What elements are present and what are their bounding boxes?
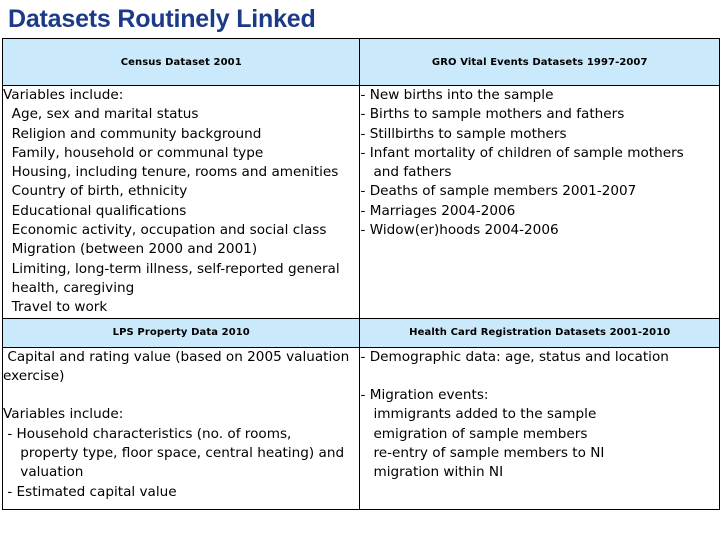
body-cell-lps-property-variables: Capital and rating value (based on 2005 …: [1, 346, 361, 510]
body-cell-health-card-data: - Demographic data: age, status and loca…: [359, 346, 720, 510]
cell-line: Educational qualifications: [3, 202, 187, 219]
table-row: Variables include: Age, sex and marital …: [1, 85, 720, 319]
table-header-row-2: LPS Property Data 2010 Health Card Regis…: [1, 317, 720, 348]
body-cell-census-variables: Variables include: Age, sex and marital …: [1, 85, 361, 319]
cell-line: immigrants added to the sample: [360, 406, 597, 423]
cell-line: valuation: [3, 464, 84, 481]
cell-line: - Widow(er)hoods 2004-2006: [360, 222, 559, 239]
cell-line: health, caregiving: [3, 279, 135, 296]
cell-line: emigration of sample members: [360, 425, 588, 442]
cell-line-blank: [360, 367, 719, 386]
cell-line: - Marriages 2004-2006: [360, 202, 516, 219]
cell-line: and fathers: [360, 164, 452, 181]
cell-line: Family, household or communal type: [3, 144, 264, 161]
header-cell-lps-property-data: LPS Property Data 2010: [1, 317, 361, 348]
cell-line: migration within NI: [360, 464, 504, 481]
cell-line: Travel to work: [3, 299, 108, 316]
cell-line: - Births to sample mothers and fathers: [360, 106, 625, 123]
cell-line: - Migration events:: [360, 387, 489, 404]
cell-line: Variables include:: [3, 406, 124, 423]
table-row: Capital and rating value (based on 2005 …: [1, 346, 720, 510]
cell-line: Housing, including tenure, rooms and ame…: [3, 164, 339, 181]
cell-line: - New births into the sample: [360, 87, 554, 103]
cell-line: Limiting, long-term illness, self-report…: [3, 260, 340, 277]
cell-line: Variables include:: [3, 87, 124, 103]
cell-line: - Estimated capital value: [3, 483, 177, 500]
cell-line: exercise): [3, 367, 65, 384]
cell-line: - Infant mortality of children of sample…: [360, 144, 684, 161]
cell-line: - Household characteristics (no. of room…: [3, 425, 292, 442]
cell-line: Religion and community background: [3, 125, 262, 142]
header-cell-gro-vital-events: GRO Vital Events Datasets 1997-2007: [359, 38, 720, 86]
table-header-row-1: Census Dataset 2001 GRO Vital Events Dat…: [1, 38, 720, 86]
cell-line: Country of birth, ethnicity: [3, 183, 188, 200]
cell-line: Capital and rating value (based on 2005 …: [3, 348, 350, 365]
cell-line-blank: [3, 386, 359, 405]
cell-line: Migration (between 2000 and 2001): [3, 241, 258, 258]
page-title: Datasets Routinely Linked: [8, 5, 316, 33]
cell-line: re-entry of sample members to NI: [360, 445, 605, 462]
header-cell-health-card-registration: Health Card Registration Datasets 2001-2…: [359, 317, 720, 348]
body-cell-gro-vital-events: - New births into the sample - Births to…: [359, 85, 720, 319]
cell-line: Economic activity, occupation and social…: [3, 222, 327, 239]
cell-line: property type, floor space, central heat…: [3, 445, 345, 462]
cell-line: Age, sex and marital status: [3, 106, 199, 123]
cell-line: - Stillbirths to sample mothers: [360, 125, 567, 142]
datasets-table: Census Dataset 2001 GRO Vital Events Dat…: [1, 38, 720, 510]
cell-line: - Deaths of sample members 2001-2007: [360, 183, 637, 200]
header-cell-census-dataset: Census Dataset 2001: [1, 38, 361, 86]
cell-line: - Demographic data: age, status and loca…: [360, 348, 669, 365]
